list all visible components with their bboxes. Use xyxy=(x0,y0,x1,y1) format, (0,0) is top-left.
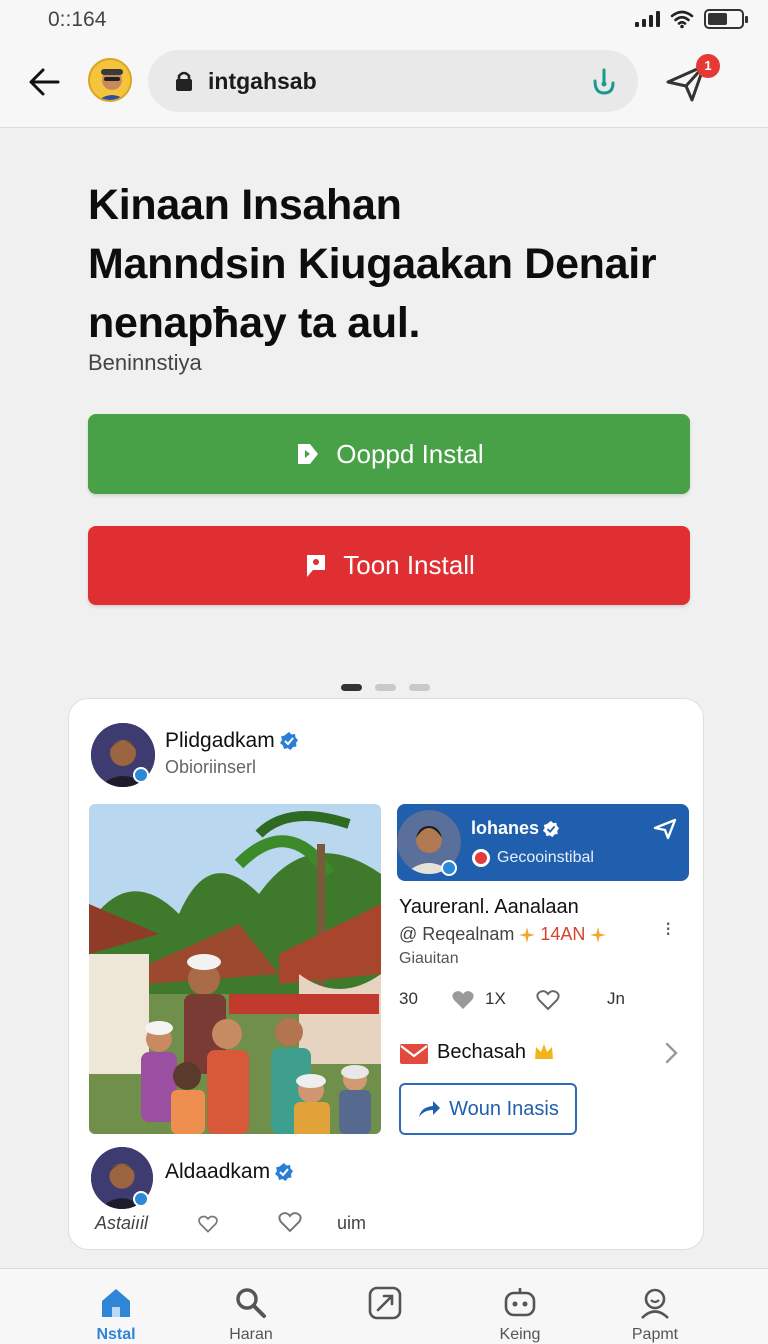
actions-label: Astaiıil xyxy=(95,1213,149,1233)
post-card: Plidgadkam Obioriinserl lohanes Gecooins… xyxy=(68,698,704,1250)
carousel-indicator[interactable] xyxy=(341,684,430,691)
heart-outline-icon[interactable] xyxy=(197,1213,219,1235)
secondary-install-button[interactable]: Toon Install xyxy=(88,526,690,605)
outline-action-label: Woun Inasis xyxy=(449,1097,559,1120)
profile-preview-name-row: lohanes xyxy=(471,818,560,839)
post-title: Yaureranl. Aanalaan xyxy=(399,896,579,918)
tab-home[interactable]: Nstal xyxy=(56,1269,176,1344)
chevron-right-icon[interactable] xyxy=(663,1041,679,1065)
primary-install-label: Oopрd Instal xyxy=(336,438,484,469)
carousel-dot[interactable] xyxy=(375,684,396,691)
address-bar[interactable]: intgahsab xyxy=(148,50,638,112)
profile-preview-sub-row: Gecooinstibal xyxy=(471,848,594,868)
post-meta: @ Reqealnam 14AN xyxy=(399,924,607,945)
tab-label: Haran xyxy=(229,1326,273,1343)
alert-circle-icon xyxy=(472,849,490,867)
actions-extra: uim xyxy=(337,1213,367,1233)
post-stats: 30 1X Jn xyxy=(399,987,635,1013)
lock-icon xyxy=(176,71,192,91)
send-icon[interactable] xyxy=(653,818,677,840)
bot-icon xyxy=(504,1288,536,1317)
sparkle-icon xyxy=(590,926,607,943)
tab-search[interactable]: Haran xyxy=(191,1269,311,1344)
browser-toolbar: intgahsab 1 xyxy=(0,44,768,128)
inbox-label: Bechasah xyxy=(437,1041,526,1063)
post-author[interactable]: Plidgadkam xyxy=(165,729,299,753)
tab-label: Keing xyxy=(499,1326,541,1343)
tab-profile[interactable]: Papmt xyxy=(595,1269,715,1344)
heart-outline-icon[interactable] xyxy=(535,989,561,1011)
post-meta-sub: Giauitan xyxy=(399,950,459,967)
verified-badge-icon xyxy=(275,1163,294,1181)
notification-badge: 1 xyxy=(696,54,720,78)
page-headline: Kinaan Insahan Manndsin Kiugaakan Denair… xyxy=(88,176,708,353)
back-button[interactable] xyxy=(24,62,64,102)
carousel-dot[interactable] xyxy=(409,684,430,691)
post-meta-highlight: 14AN xyxy=(540,924,586,944)
headline-line: nenapħay ta aul. xyxy=(88,299,421,347)
verified-dot xyxy=(133,1191,149,1207)
status-icons xyxy=(635,8,748,30)
second-author[interactable]: Aldaadkam xyxy=(165,1160,294,1184)
post-meta-handle: @ Reqealnam xyxy=(399,924,515,944)
stat-extra: Jn xyxy=(607,989,625,1008)
more-options-icon[interactable]: ⁝ xyxy=(665,917,671,942)
search-icon xyxy=(236,1288,266,1318)
share-button[interactable]: 1 xyxy=(664,54,720,106)
inbox-row[interactable]: Bechasah xyxy=(399,1039,685,1069)
profile-preview-card[interactable]: lohanes Gecooinstibal xyxy=(397,804,689,881)
compose-icon xyxy=(368,1286,402,1320)
primary-install-button[interactable]: Oopрd Instal xyxy=(88,414,690,494)
reload-icon[interactable] xyxy=(590,66,618,96)
tab-compose[interactable] xyxy=(325,1269,445,1344)
tab-label: Papmt xyxy=(631,1326,679,1343)
post-photo[interactable] xyxy=(89,804,381,1134)
tab-label: Nstal xyxy=(96,1326,136,1343)
flag-icon xyxy=(306,554,326,577)
verified-dot xyxy=(133,767,149,783)
profile-preview-name: lohanes xyxy=(471,818,540,838)
signal-icon xyxy=(635,11,660,27)
profile-icon xyxy=(641,1288,669,1319)
stat-count: 30 xyxy=(399,989,418,1008)
secondary-install-label: Toon Install xyxy=(343,550,475,580)
url-text: intgahsab xyxy=(208,68,317,94)
heart-filled-icon[interactable] xyxy=(451,989,475,1011)
outline-action-button[interactable]: Woun Inasis xyxy=(399,1083,577,1135)
play-flag-icon xyxy=(298,444,319,464)
mail-icon xyxy=(400,1044,428,1064)
arrow-left-icon xyxy=(29,68,60,96)
headline-line: Kinaan Insahan xyxy=(88,181,402,229)
share-arrow-icon xyxy=(419,1101,441,1117)
post-actions: Astaiıil uim xyxy=(95,1211,385,1237)
page-subtitle: Beninnstiya xyxy=(88,350,202,375)
wifi-icon xyxy=(670,10,694,29)
bottom-tab-bar: Nstal Haran Keing Papmt xyxy=(0,1268,768,1344)
avatar-illustration-icon xyxy=(90,60,130,100)
tab-bot[interactable]: Keing xyxy=(460,1269,580,1344)
status-time: 0::164 xyxy=(48,8,107,31)
home-icon xyxy=(102,1289,130,1317)
site-avatar[interactable] xyxy=(88,58,132,102)
second-author-name: Aldaadkam xyxy=(165,1160,271,1183)
stat-likes: 1X xyxy=(485,989,506,1008)
heart-outline-icon[interactable] xyxy=(277,1211,303,1233)
status-bar: 0::164 xyxy=(0,0,768,44)
headline-line: Manndsin Kiugaakan Denair xyxy=(88,240,657,288)
sparkle-icon xyxy=(519,926,536,943)
carousel-dot[interactable] xyxy=(341,684,362,691)
crown-icon xyxy=(535,1044,553,1059)
post-author-name: Plidgadkam xyxy=(165,729,275,752)
profile-preview-sub: Gecooinstibal xyxy=(497,849,594,866)
verified-badge-icon xyxy=(542,820,560,837)
battery-icon xyxy=(704,9,748,29)
post-author-subtitle: Obioriinserl xyxy=(165,757,257,777)
verified-dot xyxy=(441,860,457,876)
verified-badge-icon xyxy=(279,732,298,750)
village-children-photo-icon xyxy=(89,804,381,1134)
